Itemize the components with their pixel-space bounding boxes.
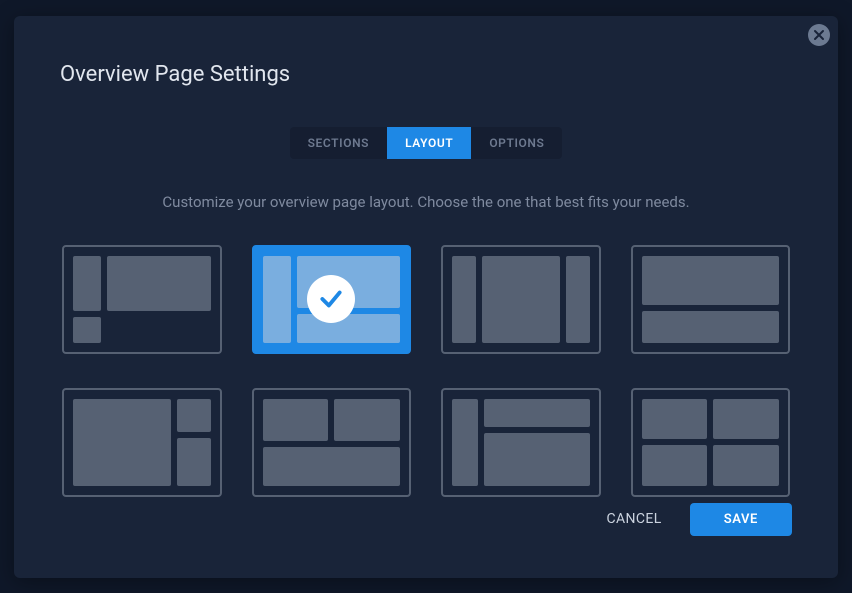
modal-title: Overview Page Settings — [60, 62, 792, 87]
layout-block — [73, 317, 101, 343]
settings-modal: Overview Page Settings SECTIONS LAYOUT O… — [14, 16, 838, 578]
tabs-container: SECTIONS LAYOUT OPTIONS — [60, 127, 792, 159]
layout-block — [566, 256, 590, 343]
modal-footer: CANCEL SAVE — [606, 503, 792, 536]
selected-checkmark — [307, 275, 355, 323]
layout-block — [297, 314, 401, 343]
layout-block — [482, 256, 560, 343]
layout-option-2[interactable] — [252, 245, 412, 354]
tab-options[interactable]: OPTIONS — [471, 127, 562, 159]
close-button[interactable] — [808, 24, 830, 46]
layout-block — [334, 399, 400, 442]
layout-option-7[interactable] — [441, 388, 601, 497]
check-icon — [318, 286, 344, 312]
layout-block — [263, 447, 401, 485]
layout-option-3[interactable] — [441, 245, 601, 354]
layout-option-1[interactable] — [62, 245, 222, 354]
layout-grid — [60, 245, 792, 497]
layout-block — [642, 399, 708, 440]
tab-sections[interactable]: SECTIONS — [290, 127, 387, 159]
close-icon — [813, 29, 825, 41]
layout-block — [713, 445, 779, 486]
cancel-button[interactable]: CANCEL — [606, 511, 661, 527]
layout-option-8[interactable] — [631, 388, 791, 497]
description-text: Customize your overview page layout. Cho… — [60, 193, 792, 211]
layout-option-6[interactable] — [252, 388, 412, 497]
save-button[interactable]: SAVE — [690, 503, 792, 536]
layout-block — [177, 438, 211, 485]
layout-block — [484, 433, 590, 485]
layout-option-4[interactable] — [631, 245, 791, 354]
layout-block — [642, 445, 708, 486]
layout-option-5[interactable] — [62, 388, 222, 497]
layout-block — [263, 256, 291, 343]
layout-block — [177, 399, 211, 433]
layout-block — [452, 399, 478, 486]
tab-layout[interactable]: LAYOUT — [387, 127, 471, 159]
layout-block — [73, 399, 171, 486]
layout-block — [713, 399, 779, 440]
layout-block — [107, 256, 211, 311]
layout-block — [642, 311, 780, 342]
layout-block — [452, 256, 476, 343]
layout-block — [263, 399, 329, 442]
layout-block — [73, 256, 101, 311]
layout-block — [484, 399, 590, 428]
tabs: SECTIONS LAYOUT OPTIONS — [290, 127, 563, 159]
layout-block — [642, 256, 780, 306]
